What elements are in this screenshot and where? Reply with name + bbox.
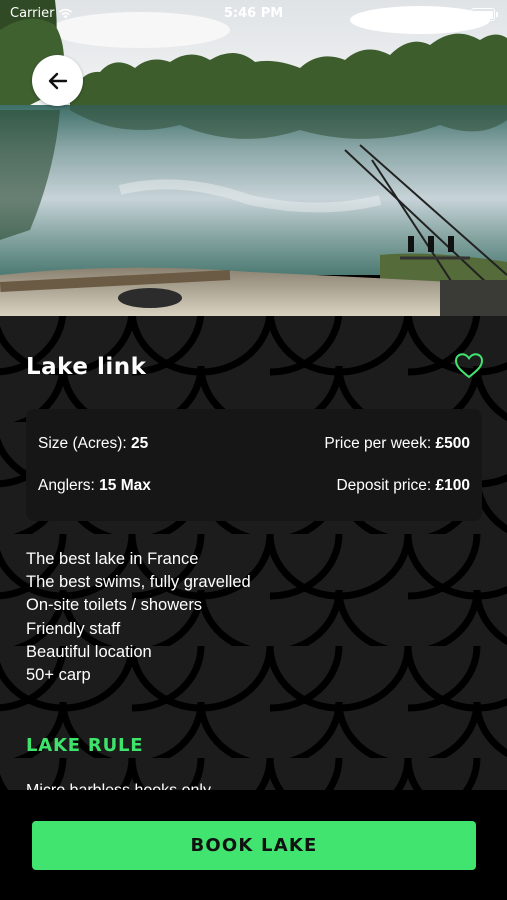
list-item: Friendly staff xyxy=(26,619,121,638)
deposit-info: Deposit price: £100 xyxy=(336,477,470,495)
lake-photo-illustration xyxy=(0,0,507,316)
list-item: The best swims, fully gravelled xyxy=(26,573,251,592)
arrow-left-icon xyxy=(48,72,67,89)
anglers-value: 15 Max xyxy=(99,477,151,494)
lake-rule-heading: LAKE RULE xyxy=(26,735,144,756)
size-info: Size (Acres): 25 xyxy=(38,435,148,453)
status-time: 5:46 PM xyxy=(223,6,284,21)
lake-details-panel[interactable]: Lake link Size (Acres): 25 Price per wee… xyxy=(0,316,507,790)
heart-outline-icon[interactable] xyxy=(454,352,484,380)
list-item: Beautiful location xyxy=(26,642,152,661)
lake-photo: Carrier 5:46 PM xyxy=(0,0,507,316)
list-item: On-site toilets / showers xyxy=(26,596,203,615)
size-label: Size (Acres): xyxy=(38,435,132,452)
anglers-info: Anglers: 15 Max xyxy=(38,477,151,495)
lake-title: Lake link xyxy=(26,354,147,380)
deposit-value: £100 xyxy=(435,477,470,494)
footer-bar: BOOK LAKE xyxy=(0,790,507,900)
lake-rule-text: Micro barbless hooks only xyxy=(26,782,211,790)
book-lake-button[interactable]: BOOK LAKE xyxy=(32,821,476,870)
list-item: The best lake in France xyxy=(26,550,199,568)
deposit-label: Deposit price: xyxy=(336,477,436,494)
price-week-value: £500 xyxy=(435,435,470,452)
back-button[interactable] xyxy=(32,55,83,106)
feature-list: The best lake in France The best swims, … xyxy=(26,548,251,687)
price-week-info: Price per week: £500 xyxy=(324,435,470,453)
anglers-label: Anglers: xyxy=(38,477,100,494)
battery-icon xyxy=(471,8,498,21)
size-value: 25 xyxy=(131,435,149,452)
lake-info-card: Size (Acres): 25 Price per week: £500 An… xyxy=(26,409,482,521)
price-week-label: Price per week: xyxy=(324,435,436,452)
status-bar: Carrier 5:46 PM xyxy=(0,0,507,28)
list-item: 50+ carp xyxy=(26,666,91,685)
